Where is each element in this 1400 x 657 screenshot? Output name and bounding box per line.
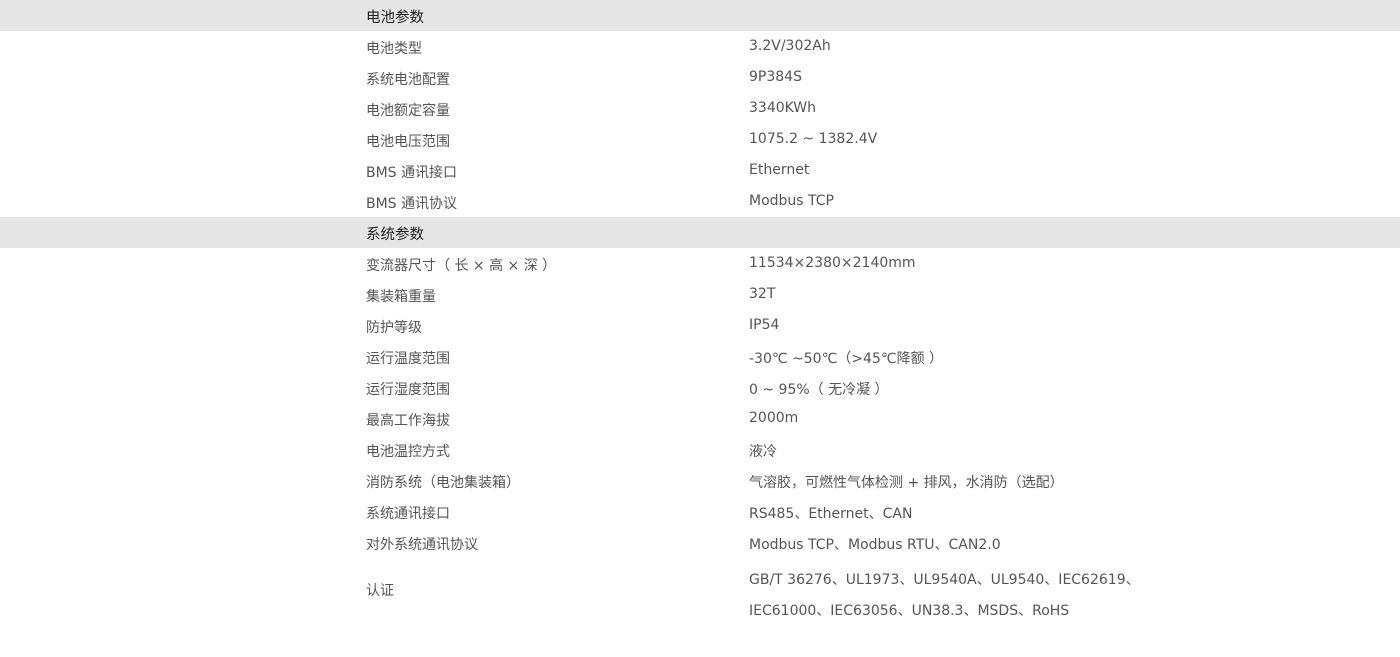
spec-label: 认证 [366,583,394,599]
spec-label: BMS 通讯协议 [366,196,458,212]
spec-value: 9P384S [749,69,802,85]
spec-row: BMS 通讯协议 Modbus TCP [0,186,1400,217]
spec-value: -30℃ ~50℃（>45℃降额 ） [749,351,944,367]
spec-label: 运行温度范围 [366,351,450,367]
spec-row: 系统通讯接口 RS485、Ethernet、CAN [0,496,1400,527]
spec-label: 电池电压范围 [366,134,450,150]
spec-row: 最高工作海拔 2000m [0,403,1400,434]
spec-label: 运行湿度范围 [366,382,450,398]
spec-label: 电池额定容量 [366,103,450,119]
spec-value: 2000m [749,410,799,426]
spec-label: BMS 通讯接口 [366,165,458,181]
spec-row: 运行温度范围 -30℃ ~50℃（>45℃降额 ） [0,341,1400,372]
spec-row: 对外系统通讯协议 Modbus TCP、Modbus RTU、CAN2.0 [0,527,1400,558]
spec-row: 电池类型 3.2V/302Ah [0,31,1400,62]
spec-label: 对外系统通讯协议 [366,537,478,553]
spec-row: 防护等级 IP54 [0,310,1400,341]
spec-value: Modbus TCP [749,193,834,209]
section-header: 系统参数 [0,217,1400,248]
spec-value: 3340KWh [749,100,817,116]
spec-row: 集装箱重量 32T [0,279,1400,310]
spec-value: 0 ~ 95%（ 无冷凝 ） [749,382,889,398]
spec-label: 最高工作海拔 [366,413,450,429]
spec-label: 电池类型 [366,41,422,57]
spec-value: Modbus TCP、Modbus RTU、CAN2.0 [749,537,1001,553]
spec-row: 电池电压范围 1075.2 ~ 1382.4V [0,124,1400,155]
spec-value: 气溶胶，可燃性气体检测 + 排风，水消防（选配） [749,475,1064,491]
spec-value: Ethernet [749,162,810,178]
spec-value: RS485、Ethernet、CAN [749,506,913,522]
spec-label: 变流器尺寸（ 长 × 高 × 深 ） [366,258,557,274]
spec-value: 11534×2380×2140mm [749,255,916,271]
spec-row: 变流器尺寸（ 长 × 高 × 深 ） 11534×2380×2140mm [0,248,1400,279]
spec-value: 32T [749,286,776,302]
spec-row: 电池温控方式 液冷 [0,434,1400,465]
spec-value: 液冷 [749,444,777,460]
spec-value: GB/T 36276、UL1973、UL9540A、UL9540、IEC6261… [749,572,1140,619]
section-title: 电池参数 [366,10,424,26]
spec-row: 电池额定容量 3340KWh [0,93,1400,124]
spec-value: IP54 [749,317,780,333]
spec-row: BMS 通讯接口 Ethernet [0,155,1400,186]
spec-row: 消防系统（电池集装箱） 气溶胶，可燃性气体检测 + 排风，水消防（选配） [0,465,1400,496]
spec-label: 集装箱重量 [366,289,436,305]
spec-row: 认证 GB/T 36276、UL1973、UL9540A、UL9540、IEC62… [0,558,1400,620]
spec-row: 运行湿度范围 0 ~ 95%（ 无冷凝 ） [0,372,1400,403]
spec-label: 防护等级 [366,320,422,336]
spec-value: 3.2V/302Ah [749,38,831,54]
spec-value: 1075.2 ~ 1382.4V [749,131,878,147]
spec-label: 系统电池配置 [366,72,450,88]
spec-row: 系统电池配置 9P384S [0,62,1400,93]
section-header: 电池参数 [0,0,1400,31]
spec-label: 消防系统（电池集装箱） [366,475,520,491]
spec-label: 电池温控方式 [366,444,450,460]
section-title: 系统参数 [366,227,424,243]
spec-label: 系统通讯接口 [366,506,450,522]
